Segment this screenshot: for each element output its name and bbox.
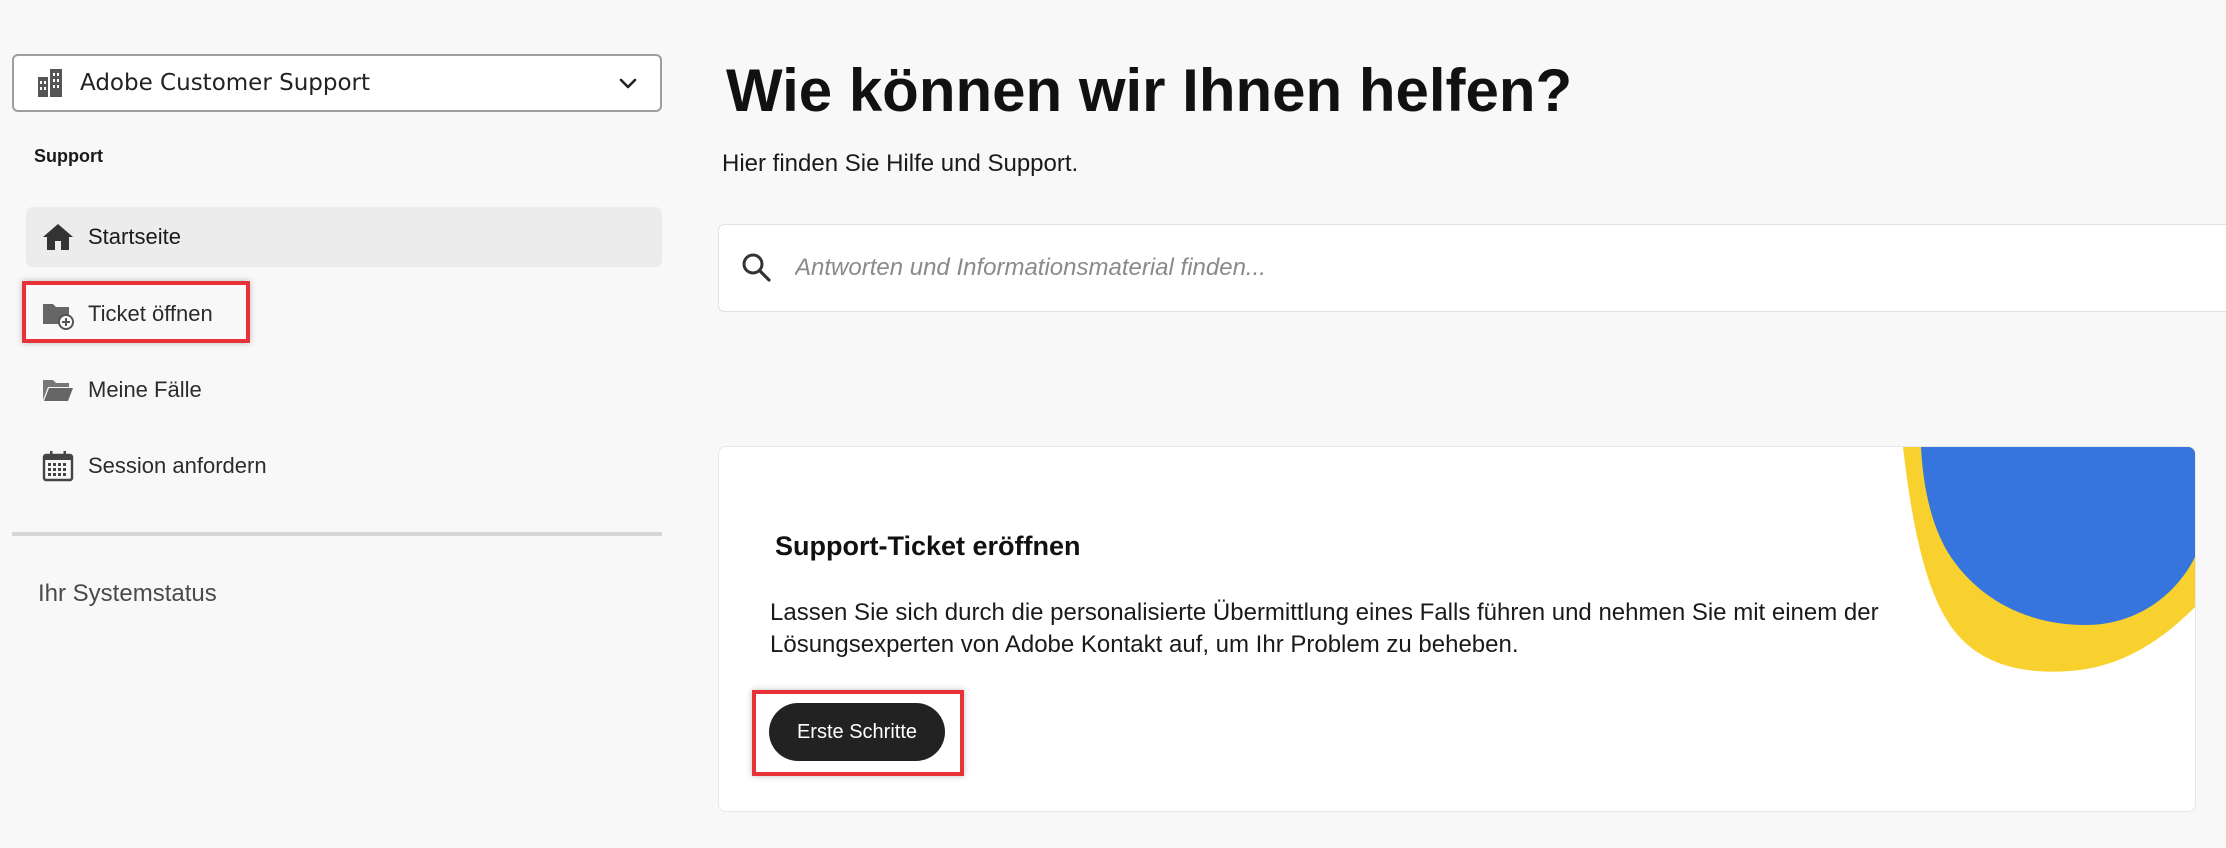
org-selector[interactable]: Adobe Customer Support (12, 54, 662, 112)
sidebar-item-label: Ticket öffnen (88, 301, 213, 326)
search-bar[interactable] (718, 224, 2226, 312)
card-title: Support-Ticket eröffnen (775, 531, 1081, 561)
sidebar-section-title: Support (34, 146, 103, 166)
page-title: Wie können wir Ihnen helfen? (726, 57, 1573, 124)
search-icon (741, 252, 773, 284)
home-icon (40, 219, 76, 255)
sidebar-item-meine-faelle[interactable]: Meine Fälle (26, 360, 662, 420)
calendar-icon (40, 448, 76, 484)
sidebar-item-ticket-oeffnen[interactable]: Ticket öffnen (26, 284, 662, 344)
folder-open-icon (40, 372, 76, 408)
card-description: Lassen Sie sich durch die personalisiert… (770, 599, 1879, 658)
sidebar-item-label: Meine Fälle (88, 377, 202, 402)
sidebar-item-session-anfordern[interactable]: Session anfordern (26, 436, 662, 496)
support-ticket-card: Support-Ticket eröffnen Lassen Sie sich … (718, 446, 2196, 812)
search-input[interactable] (795, 254, 2226, 282)
sidebar-item-label: Startseite (88, 224, 181, 249)
building-icon (34, 67, 66, 99)
sidebar-item-label: Session anfordern (88, 453, 267, 478)
sidebar-item-startseite[interactable]: Startseite (26, 207, 662, 267)
get-started-button[interactable]: Erste Schritte (769, 703, 945, 761)
org-name: Adobe Customer Support (80, 70, 371, 96)
chevron-down-icon (616, 71, 640, 95)
page-subtitle: Hier finden Sie Hilfe und Support. (722, 150, 1079, 177)
folder-add-icon (40, 296, 76, 332)
sidebar-divider (12, 532, 662, 536)
system-status-link[interactable]: Ihr Systemstatus (38, 580, 217, 608)
